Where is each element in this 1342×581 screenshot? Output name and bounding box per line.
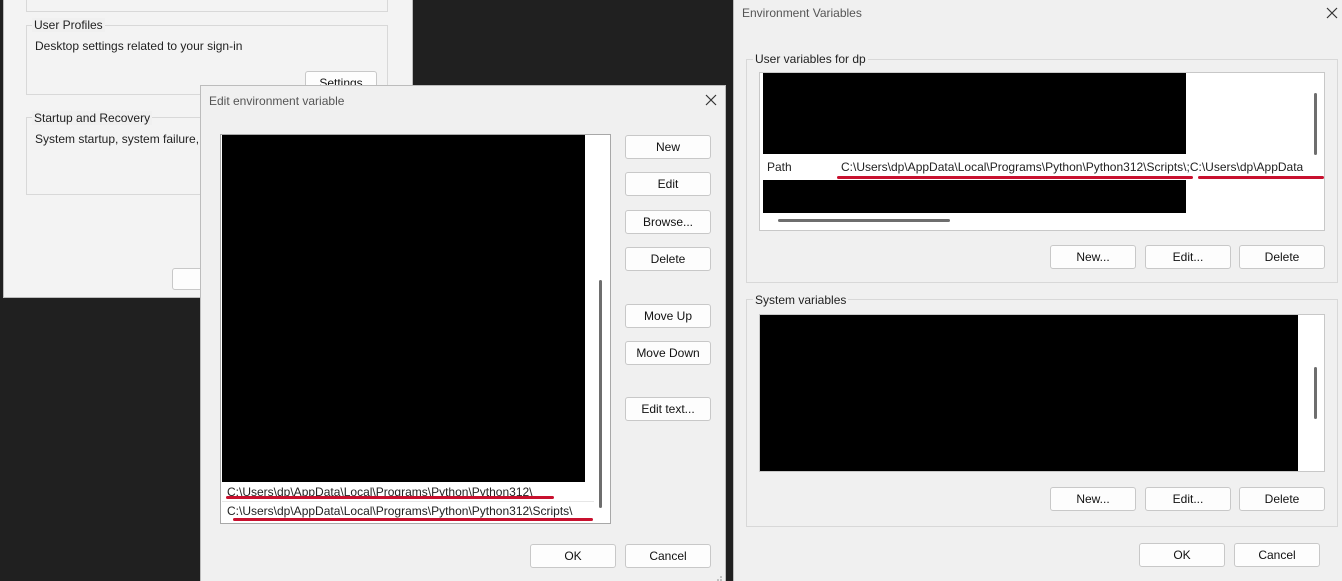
user-edit-button[interactable]: Edit... [1145, 245, 1231, 269]
path-entries-list[interactable]: C:\Users\dp\AppData\Local\Programs\Pytho… [220, 134, 611, 524]
user-list-vscroll-thumb[interactable] [1314, 93, 1317, 155]
system-variables-label: System variables [753, 293, 849, 307]
path-value-underline-1 [837, 176, 1193, 179]
environment-variables-window: Environment Variables User variables for… [733, 0, 1342, 581]
edit-dialog-title: Edit environment variable [209, 94, 345, 108]
path-row-value: C:\Users\dp\AppData\Local\Programs\Pytho… [841, 160, 1304, 174]
system-new-button[interactable]: New... [1050, 487, 1136, 511]
edit-environment-variable-dialog: Edit environment variable C:\Users\dp\Ap… [200, 85, 726, 581]
user-variables-list[interactable]: Path C:\Users\dp\AppData\Local\Programs\… [759, 72, 1325, 231]
redacted-user-variables-bottom [763, 180, 1186, 213]
delete-button[interactable]: Delete [625, 247, 711, 271]
user-list-hscroll-thumb[interactable] [778, 219, 950, 222]
path-entry-underline [226, 496, 554, 499]
redacted-user-variables-top [763, 73, 1186, 154]
redacted-system-variables [760, 315, 1298, 471]
path-value-underline-2 [1198, 176, 1324, 179]
edit-button[interactable]: Edit [625, 172, 711, 196]
system-delete-button[interactable]: Delete [1239, 487, 1325, 511]
user-variables-label: User variables for dp [753, 52, 868, 66]
redacted-path-entries [222, 135, 585, 482]
move-up-button[interactable]: Move Up [625, 304, 711, 328]
performance-group [26, 0, 388, 12]
edit-dialog-ok-button[interactable]: OK [530, 544, 616, 568]
new-button[interactable]: New [625, 135, 711, 159]
user-profiles-label: User Profiles [32, 18, 105, 32]
env-vars-ok-button[interactable]: OK [1139, 543, 1225, 567]
entries-vscroll-thumb[interactable] [599, 280, 602, 508]
path-row-name: Path [767, 160, 792, 174]
close-icon[interactable] [1324, 5, 1340, 21]
path-entry[interactable]: C:\Users\dp\AppData\Local\Programs\Pytho… [222, 482, 594, 502]
env-vars-title: Environment Variables [742, 6, 862, 20]
edit-text-button[interactable]: Edit text... [625, 397, 711, 421]
env-vars-cancel-button[interactable]: Cancel [1234, 543, 1320, 567]
startup-recovery-label: Startup and Recovery [32, 111, 153, 125]
move-down-button[interactable]: Move Down [625, 341, 711, 365]
browse-button[interactable]: Browse... [625, 210, 711, 234]
system-variables-list[interactable] [759, 314, 1325, 472]
edit-dialog-cancel-button[interactable]: Cancel [625, 544, 711, 568]
path-entry-underline [233, 518, 593, 521]
user-new-button[interactable]: New... [1050, 245, 1136, 269]
system-edit-button[interactable]: Edit... [1145, 487, 1231, 511]
path-row[interactable]: Path C:\Users\dp\AppData\Local\Programs\… [763, 156, 1311, 178]
user-delete-button[interactable]: Delete [1239, 245, 1325, 269]
path-entry-text: C:\Users\dp\AppData\Local\Programs\Pytho… [227, 504, 573, 518]
resize-grip-icon[interactable] [713, 571, 723, 581]
system-list-vscroll-thumb[interactable] [1314, 367, 1317, 419]
close-icon[interactable] [703, 92, 719, 108]
user-profiles-description: Desktop settings related to your sign-in [35, 39, 243, 53]
